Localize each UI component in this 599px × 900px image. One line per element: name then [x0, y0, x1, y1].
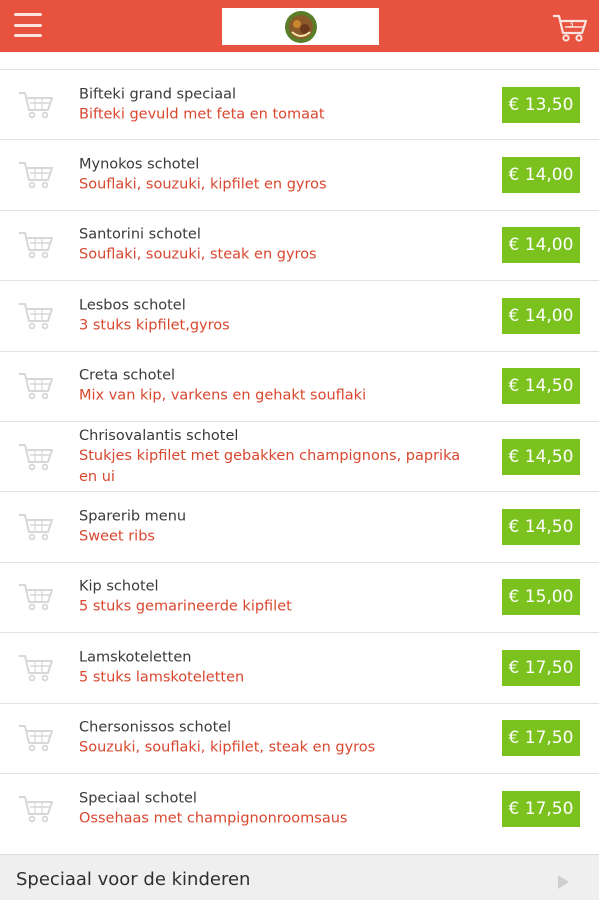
top-app-bar: 3 — [0, 0, 599, 52]
price-button[interactable]: € 17,50 — [502, 649, 580, 686]
section-label: Speciaal voor de kinderen — [16, 869, 251, 890]
add-to-cart-icon[interactable] — [18, 512, 54, 542]
menu-item-row[interactable]: Lesbos schotel 3 stuks kipfilet,gyros € 14… — [0, 280, 599, 350]
menu-item-row[interactable]: Chrisovalantis schotel Stukjes kipfilet m… — [0, 420, 599, 491]
menu-item-description: Souzuki, souflaki, kipfilet, steak en gy… — [79, 739, 376, 756]
cart-count-badge: 3 — [568, 20, 574, 29]
price-button[interactable]: € 14,00 — [502, 297, 580, 334]
menu-item-row[interactable]: Santorini schotel Souflaki, souzuki, stea… — [0, 209, 599, 280]
hamburger-menu-icon[interactable] — [14, 11, 42, 39]
menu-item-text: Chrisovalantis schotel Stukjes kipfilet m… — [79, 426, 479, 488]
menu-item-description: Souflaki, souzuki, steak en gyros — [79, 246, 317, 263]
price-button[interactable]: € 15,00 — [502, 579, 580, 616]
shopping-cart-icon[interactable]: 3 — [552, 13, 588, 43]
menu-line — [14, 34, 42, 37]
menu-item-text: Speciaal schotel Ossehaas met champignonr… — [79, 788, 479, 829]
price-button[interactable]: € 14,00 — [502, 157, 580, 194]
menu-item-text: Lesbos schotel 3 stuks kipfilet,gyros — [79, 295, 479, 336]
add-to-cart-icon[interactable] — [18, 160, 54, 190]
menu-item-text: Santorini schotel Souflaki, souzuki, stea… — [79, 225, 479, 266]
menu-item-description: 5 stuks gemarineerde kipfilet — [79, 598, 292, 615]
play-arrow-icon — [558, 875, 569, 889]
menu-item-description: Bifteki gevuld met feta en tomaat — [79, 106, 325, 123]
menu-item-text: Lamskoteletten 5 stuks lamskoteletten — [79, 647, 479, 688]
menu-item-row[interactable]: Lamskoteletten 5 stuks lamskoteletten € 17… — [0, 632, 599, 702]
menu-item-name: Chrisovalantis schotel — [79, 427, 239, 444]
menu-item-description: Stukjes kipfilet met gebakken champignon… — [79, 447, 461, 485]
restaurant-logo[interactable] — [222, 8, 379, 45]
add-to-cart-icon[interactable] — [18, 723, 54, 753]
menu-line — [14, 13, 42, 16]
menu-item-row[interactable]: Mynokos schotel Souflaki, souzuki, kipfil… — [0, 139, 599, 209]
menu-item-text: Bifteki grand speciaal Bifteki gevuld met… — [79, 84, 479, 125]
price-button[interactable]: € 14,50 — [502, 438, 580, 475]
menu-item-row[interactable]: Creta schotel Mix van kip, varkens en geh… — [0, 350, 599, 421]
add-to-cart-icon[interactable] — [18, 442, 54, 472]
add-to-cart-icon[interactable] — [18, 90, 54, 120]
price-button[interactable]: € 13,50 — [502, 86, 580, 123]
section-kids-special[interactable]: Speciaal voor de kinderen — [0, 854, 599, 900]
add-to-cart-icon[interactable] — [18, 582, 54, 612]
menu-item-text: Sparerib menu Sweet ribs — [79, 507, 479, 548]
menu-item-row[interactable]: Kip schotel 5 stuks gemarineerde kipfilet… — [0, 561, 599, 632]
menu-item-name: Lesbos schotel — [79, 297, 186, 314]
menu-item-text: Kip schotel 5 stuks gemarineerde kipfilet — [79, 577, 479, 618]
menu-item-description: Ossehaas met champignonroomsaus — [79, 810, 348, 827]
price-button[interactable]: € 14,50 — [502, 368, 580, 405]
add-to-cart-icon[interactable] — [18, 230, 54, 260]
logo-emblem-icon — [284, 10, 317, 43]
menu-item-name: Speciaal schotel — [79, 790, 197, 807]
price-button[interactable]: € 17,50 — [502, 790, 580, 827]
add-to-cart-icon[interactable] — [18, 794, 54, 824]
menu-item-name: Mynokos schotel — [79, 156, 200, 173]
menu-line — [14, 23, 42, 27]
menu-item-list: Bifteki grand speciaal Bifteki gevuld met… — [0, 69, 599, 843]
menu-item-row[interactable]: Sparerib menu Sweet ribs € 14,50 — [0, 491, 599, 561]
menu-item-description: 3 stuks kipfilet,gyros — [79, 317, 230, 334]
add-to-cart-icon[interactable] — [18, 653, 54, 683]
menu-item-text: Chersonissos schotel Souzuki, souflaki, k… — [79, 718, 479, 759]
menu-item-row[interactable]: Speciaal schotel Ossehaas met champignonr… — [0, 772, 599, 843]
menu-item-description: 5 stuks lamskoteletten — [79, 669, 245, 686]
price-button[interactable]: € 14,00 — [502, 227, 580, 264]
menu-item-name: Santorini schotel — [79, 226, 201, 243]
menu-item-name: Chersonissos schotel — [79, 719, 232, 736]
menu-item-name: Creta schotel — [79, 367, 176, 384]
menu-item-row[interactable]: Chersonissos schotel Souzuki, souflaki, k… — [0, 702, 599, 773]
menu-item-name: Kip schotel — [79, 578, 159, 595]
menu-item-description: Sweet ribs — [79, 528, 155, 545]
menu-item-name: Sparerib menu — [79, 508, 187, 525]
price-button[interactable]: € 17,50 — [502, 720, 580, 757]
menu-item-name: Bifteki grand speciaal — [79, 86, 237, 103]
menu-item-text: Creta schotel Mix van kip, varkens en geh… — [79, 366, 479, 407]
price-button[interactable]: € 14,50 — [502, 509, 580, 546]
menu-item-description: Mix van kip, varkens en gehakt souflaki — [79, 387, 367, 404]
menu-item-description: Souflaki, souzuki, kipfilet en gyros — [79, 176, 327, 193]
menu-item-row[interactable]: Bifteki grand speciaal Bifteki gevuld met… — [0, 69, 599, 139]
add-to-cart-icon[interactable] — [18, 301, 54, 331]
menu-item-name: Lamskoteletten — [79, 649, 192, 666]
add-to-cart-icon[interactable] — [18, 371, 54, 401]
menu-item-text: Mynokos schotel Souflaki, souzuki, kipfil… — [79, 155, 479, 196]
